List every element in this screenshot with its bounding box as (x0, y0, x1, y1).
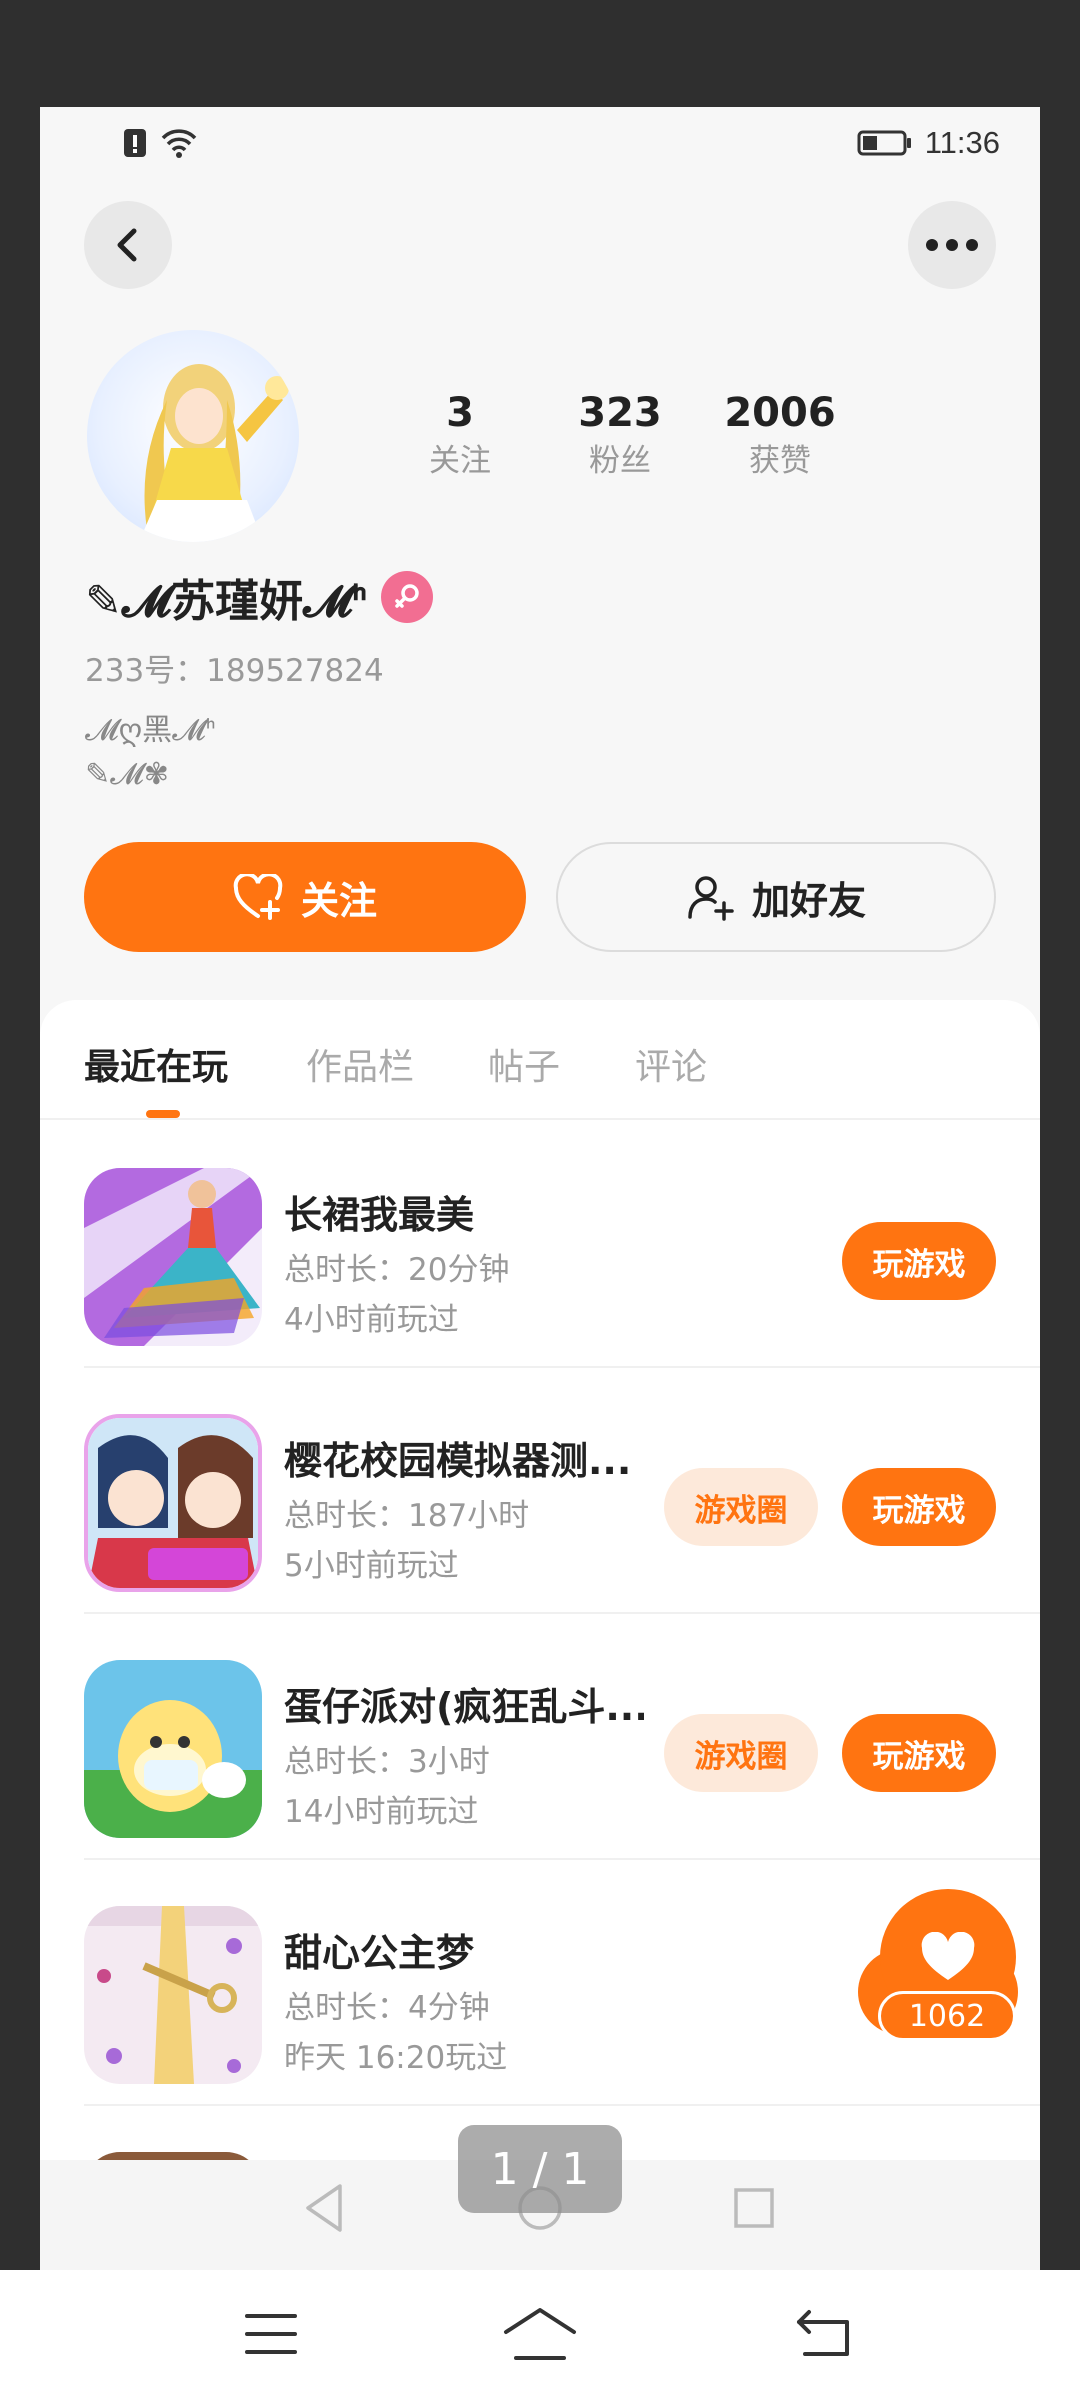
add-person-icon (688, 876, 734, 921)
stat-label: 关注 (429, 443, 491, 479)
avatar-character-image (139, 364, 289, 542)
status-right: 11:36 (857, 125, 1000, 161)
active-tab-indicator (146, 1110, 180, 1118)
back-arrow-icon[interactable] (795, 2308, 853, 2360)
avatar[interactable] (87, 330, 299, 542)
nickname: ✎𝓜苏瑾妍𝓜ᑋ (85, 576, 368, 627)
add-friend-label: 加好友 (751, 878, 866, 923)
game-title: 樱花校园模拟器测... (284, 1439, 632, 1483)
game-duration: 总时长：3小时 (284, 1744, 490, 1780)
follow-label: 关注 (300, 878, 377, 923)
game-circle-button[interactable]: 游戏圈 (664, 1714, 818, 1792)
more-button[interactable] (908, 201, 996, 289)
game-row[interactable]: 樱花校园模拟器测... 总时长：187小时 5小时前玩过 游戏圈 玩游戏 (84, 1368, 1040, 1614)
game-duration: 总时长：187小时 (284, 1498, 530, 1534)
game-duration: 总时长：4分钟 (284, 1990, 490, 2026)
add-friend-button[interactable]: 加好友 (556, 842, 996, 952)
nav-recents-square-icon[interactable] (732, 2186, 776, 2230)
tab-works[interactable]: 作品栏 (306, 1038, 414, 1090)
like-float-button[interactable]: 1062 (858, 1889, 1040, 2079)
play-game-button[interactable]: 玩游戏 (842, 1468, 996, 1546)
status-bar: 11:36 (40, 107, 1040, 182)
game-title: 长裙我最美 (284, 1193, 475, 1237)
game-icon (84, 1414, 262, 1592)
content-card: 最近在玩 作品栏 帖子 评论 长裙我最美 总时长：20分钟 4小时前玩过 玩游戏… (40, 1000, 1040, 2270)
game-last-played: 4小时前玩过 (284, 1302, 459, 1338)
back-button[interactable] (84, 201, 172, 289)
stat-value: 2006 (724, 390, 836, 436)
stat-label: 粉丝 (589, 443, 651, 479)
nickname-row: ✎𝓜苏瑾妍𝓜ᑋ (85, 565, 434, 629)
alert-sim-icon (124, 129, 146, 157)
game-title: 蛋仔派对(疯狂乱斗... (284, 1685, 644, 1729)
play-game-button[interactable]: 玩游戏 (842, 1222, 996, 1300)
chevron-left-icon (117, 228, 137, 262)
battery-icon (857, 130, 911, 156)
game-last-played: 5小时前玩过 (284, 1548, 459, 1584)
stat-value: 3 (446, 390, 474, 436)
game-icon (84, 1906, 262, 2084)
system-navigation-bar (0, 2270, 1080, 2400)
bio-line-1: 𝓜ღ黑𝓜ᑋ (85, 713, 216, 748)
game-icon (84, 1660, 262, 1838)
heart-icon (921, 1932, 975, 1980)
user-id: 233号：189527824 (85, 653, 384, 689)
follow-button[interactable]: 关注 (84, 842, 526, 952)
like-count: 1062 (878, 1991, 1016, 2041)
game-last-played: 14小时前玩过 (284, 1794, 479, 1830)
stat-following[interactable]: 3 关注 (380, 387, 540, 483)
game-title: 甜心公主梦 (284, 1931, 475, 1975)
stat-value: 323 (578, 390, 662, 436)
wifi-icon (161, 129, 197, 158)
status-left-icons (122, 127, 198, 159)
play-game-button[interactable]: 玩游戏 (842, 1714, 996, 1792)
tab-recent[interactable]: 最近在玩 (84, 1038, 228, 1090)
game-icon (84, 1168, 262, 1346)
tab-posts[interactable]: 帖子 (488, 1038, 560, 1090)
bio-line-2: ✎𝓜✾ (85, 757, 169, 792)
game-row[interactable]: 蛋仔派对(疯狂乱斗... 总时长：3小时 14小时前玩过 游戏圈 玩游戏 (84, 1614, 1040, 1860)
game-circle-button[interactable]: 游戏圈 (664, 1468, 818, 1546)
app-screen: 11:36 3 关注 323 粉丝 2006 获赞 ✎𝓜苏瑾妍𝓜ᑋ 233号：1… (40, 107, 1040, 2270)
profile-stats: 3 关注 323 粉丝 2006 获赞 (380, 387, 860, 487)
female-icon (381, 571, 434, 623)
profile-tabs: 最近在玩 作品栏 帖子 评论 (40, 1000, 1040, 1120)
page-indicator: 1 / 1 (458, 2125, 622, 2213)
heart-plus-icon (233, 874, 283, 920)
stat-label: 获赞 (749, 443, 811, 479)
nav-back-triangle-icon[interactable] (302, 2182, 346, 2234)
status-time: 11:36 (924, 125, 1000, 160)
tab-comments[interactable]: 评论 (635, 1038, 707, 1090)
menu-icon[interactable] (243, 2310, 299, 2358)
stat-likes[interactable]: 2006 获赞 (700, 387, 860, 483)
game-duration: 总时长：20分钟 (284, 1252, 510, 1288)
game-last-played: 昨天 16:20玩过 (284, 2040, 508, 2076)
more-dots-icon (926, 239, 978, 251)
game-row[interactable]: 长裙我最美 总时长：20分钟 4小时前玩过 玩游戏 (84, 1122, 1040, 1368)
home-icon[interactable] (502, 2306, 578, 2362)
stat-fans[interactable]: 323 粉丝 (540, 387, 700, 483)
